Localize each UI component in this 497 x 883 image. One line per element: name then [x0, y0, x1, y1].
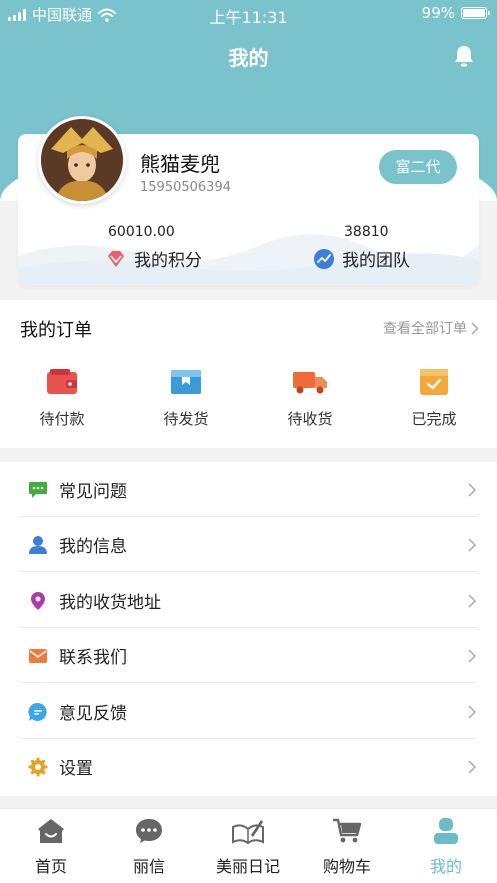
tab-cart[interactable]: 购物车 [302, 817, 392, 877]
tab-label: 丽信 [132, 857, 165, 876]
chevron-right-icon [468, 537, 477, 552]
avatar-image [41, 119, 123, 201]
points-label: 我的积分 [134, 251, 202, 271]
chevron-right-icon [468, 759, 477, 774]
team-label: 我的团队 [342, 251, 410, 271]
chat-icon [28, 480, 48, 500]
feedback-icon [28, 702, 48, 722]
truck-icon [293, 372, 327, 394]
order-pending-shipment[interactable]: 待发货 [141, 368, 231, 429]
order-label: 已完成 [411, 410, 457, 428]
points-stat[interactable]: 60010.00 我的积分 [106, 224, 202, 271]
chevron-right-icon [471, 321, 479, 335]
tab-home[interactable]: 首页 [6, 817, 96, 877]
settings-menu: 常见问题 我的信息 我的收货地址 联系我们 意见反馈 设置 [0, 462, 497, 796]
menu-label: 我的收货地址 [59, 593, 161, 613]
menu-label: 联系我们 [59, 648, 127, 668]
menu-label: 常见问题 [59, 482, 127, 502]
tab-bar: 首页 丽信 美丽日记 购物车 我的 [0, 808, 497, 883]
battery-percent: 99% [421, 4, 455, 22]
home-icon [38, 819, 64, 843]
tab-label: 首页 [34, 857, 67, 876]
member-badge-button[interactable]: 富二代 [379, 150, 457, 184]
order-label: 待付款 [39, 410, 85, 428]
menu-label: 我的信息 [59, 537, 127, 557]
points-value: 60010.00 [108, 224, 175, 240]
view-all-orders-link[interactable]: 查看全部订单 [383, 318, 479, 338]
menu-item-settings[interactable]: 设置 [0, 739, 497, 794]
diamond-icon [108, 250, 124, 267]
divider [20, 571, 477, 572]
chevron-right-icon [468, 704, 477, 719]
menu-label: 意见反馈 [59, 704, 127, 724]
status-bar: 中国联通 上午11:31 99% [0, 0, 497, 28]
orders-title: 我的订单 [20, 320, 92, 341]
wallet-icon [47, 369, 77, 394]
bell-icon[interactable] [453, 44, 475, 68]
menu-item-contact[interactable]: 联系我们 [0, 628, 497, 683]
tab-label: 我的 [429, 857, 462, 876]
avatar[interactable] [38, 116, 126, 204]
gear-icon [28, 757, 48, 777]
box-icon [171, 370, 201, 394]
diary-icon [232, 820, 264, 845]
menu-item-address[interactable]: 我的收货地址 [0, 573, 497, 628]
menu-label: 设置 [59, 759, 93, 779]
team-value: 38810 [344, 224, 389, 240]
location-pin-icon [28, 591, 48, 611]
chevron-right-icon [468, 593, 477, 608]
tab-messages[interactable]: 丽信 [104, 817, 194, 877]
order-label: 待收货 [287, 410, 333, 428]
chevron-right-icon [468, 482, 477, 497]
order-label: 待发货 [163, 410, 209, 428]
order-completed[interactable]: 已完成 [389, 368, 479, 429]
mail-icon [28, 646, 48, 666]
message-icon [136, 819, 162, 843]
user-phone: 15950506394 [140, 180, 231, 195]
check-box-icon [420, 369, 448, 395]
cart-icon [333, 818, 362, 843]
trend-icon [314, 248, 334, 269]
menu-item-faq[interactable]: 常见问题 [0, 462, 497, 517]
tab-label: 购物车 [322, 857, 371, 876]
page-title: 我的 [228, 46, 269, 70]
menu-item-feedback[interactable]: 意见反馈 [0, 684, 497, 739]
menu-item-my-info[interactable]: 我的信息 [0, 517, 497, 572]
battery-icon [461, 7, 490, 19]
user-name: 熊猫麦兜 [140, 152, 220, 176]
profile-icon [434, 818, 458, 844]
tab-profile[interactable]: 我的 [401, 817, 491, 877]
user-icon [28, 535, 48, 555]
tab-label: 美丽日记 [215, 857, 280, 876]
tab-diary[interactable]: 美丽日记 [203, 817, 293, 877]
status-right: 99% [421, 4, 490, 22]
order-pending-payment[interactable]: 待付款 [17, 368, 107, 429]
order-pending-receipt[interactable]: 待收货 [265, 368, 355, 429]
divider [20, 682, 477, 683]
team-stat[interactable]: 38810 我的团队 [314, 224, 410, 271]
orders-section: 我的订单 查看全部订单 待付款 待发货 待收货 已完成 [0, 300, 497, 448]
chevron-right-icon [468, 648, 477, 663]
view-all-orders-label: 查看全部订单 [383, 321, 467, 337]
